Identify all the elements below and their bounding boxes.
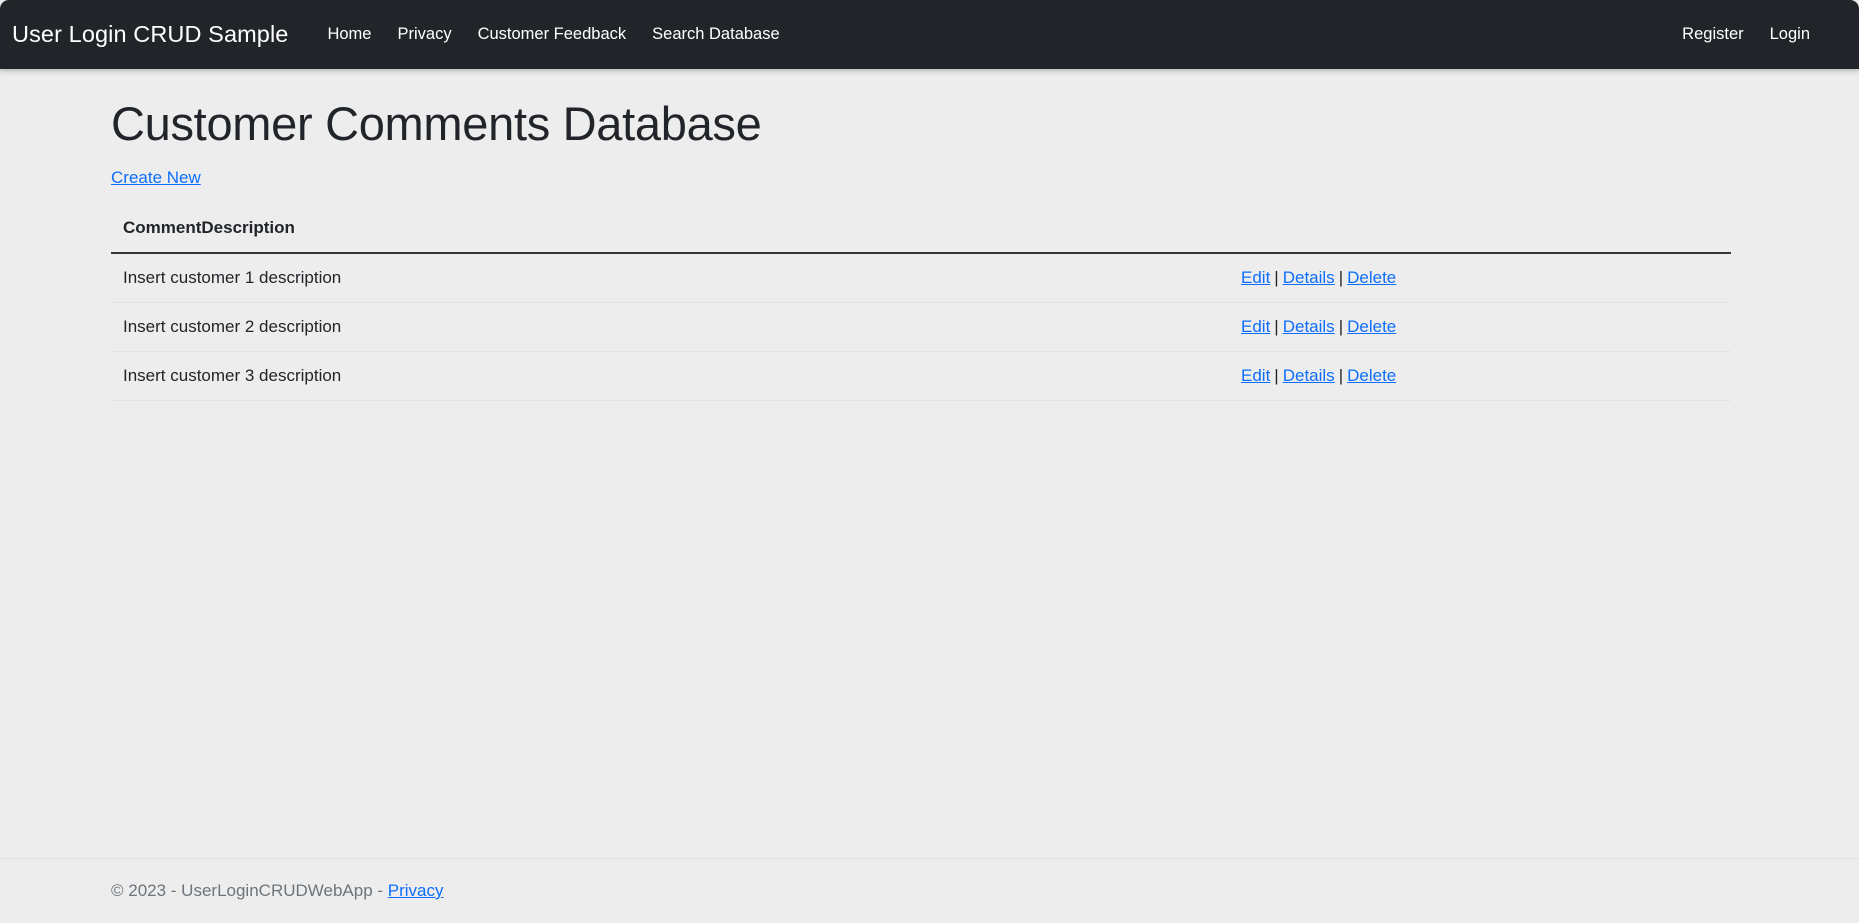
nav-link-search-database[interactable]: Search Database <box>639 17 793 52</box>
cell-description: Insert customer 1 description <box>111 253 1091 304</box>
nav-link-login[interactable]: Login <box>1757 17 1823 52</box>
details-link[interactable]: Details <box>1283 366 1335 385</box>
action-separator: | <box>1274 366 1279 386</box>
action-separator: | <box>1274 317 1279 337</box>
main-content: Customer Comments Database Create New Co… <box>0 69 1859 858</box>
action-separator: | <box>1338 366 1344 386</box>
nav-link-home[interactable]: Home <box>314 17 384 52</box>
cell-description: Insert customer 2 description <box>111 302 1091 353</box>
details-link[interactable]: Details <box>1283 268 1335 287</box>
navbar-brand[interactable]: User Login CRUD Sample <box>12 21 288 48</box>
cell-actions: Edit | Details | Delete <box>1091 302 1731 353</box>
comments-table: CommentDescription Insert customer 1 des… <box>111 218 1731 402</box>
top-navbar: User Login CRUD Sample Home Privacy Cust… <box>0 0 1859 69</box>
footer-privacy-link[interactable]: Privacy <box>388 881 444 900</box>
account-nav: Register Login <box>1669 17 1823 52</box>
table-row: Insert customer 2 description Edit | Detai… <box>111 302 1731 353</box>
row-actions: Edit | Details | Delete <box>1241 268 1396 288</box>
row-actions: Edit | Details | Delete <box>1241 366 1396 386</box>
page-title: Customer Comments Database <box>111 97 762 150</box>
cell-actions: Edit | Details | Delete <box>1091 351 1731 402</box>
details-link[interactable]: Details <box>1283 317 1335 336</box>
footer-inner: © 2023 - UserLoginCRUDWebApp - Privacy <box>110 881 1749 901</box>
table-body: Insert customer 1 description Edit | Detai… <box>111 253 1731 402</box>
table-row: Insert customer 1 description Edit | Detai… <box>111 253 1731 304</box>
row-actions: Edit | Details | Delete <box>1241 317 1396 337</box>
action-separator: | <box>1338 317 1344 337</box>
delete-link[interactable]: Delete <box>1347 366 1396 385</box>
page-footer: © 2023 - UserLoginCRUDWebApp - Privacy <box>0 858 1859 923</box>
content-container: Customer Comments Database Create New Co… <box>111 69 1750 402</box>
cell-actions: Edit | Details | Delete <box>1091 253 1731 304</box>
nav-link-privacy[interactable]: Privacy <box>384 17 464 52</box>
create-new-link[interactable]: Create New <box>111 168 201 187</box>
create-new-wrap: Create New <box>111 168 1750 188</box>
table-row: Insert customer 3 description Edit | Detai… <box>111 351 1731 402</box>
edit-link[interactable]: Edit <box>1241 366 1270 385</box>
column-header-actions <box>1091 218 1731 255</box>
edit-link[interactable]: Edit <box>1241 268 1270 287</box>
delete-link[interactable]: Delete <box>1347 268 1396 287</box>
action-separator: | <box>1274 268 1279 288</box>
table-header-row: CommentDescription <box>111 218 1731 255</box>
action-separator: | <box>1338 268 1344 288</box>
edit-link[interactable]: Edit <box>1241 317 1270 336</box>
nav-link-register[interactable]: Register <box>1669 17 1756 52</box>
primary-nav: Home Privacy Customer Feedback Search Da… <box>314 17 792 52</box>
column-header-commentdescription: CommentDescription <box>111 218 1091 255</box>
delete-link[interactable]: Delete <box>1347 317 1396 336</box>
table-head: CommentDescription <box>111 218 1731 255</box>
nav-link-customer-feedback[interactable]: Customer Feedback <box>465 17 640 52</box>
footer-copyright: © 2023 - UserLoginCRUDWebApp - <box>111 881 388 900</box>
cell-description: Insert customer 3 description <box>111 351 1091 402</box>
